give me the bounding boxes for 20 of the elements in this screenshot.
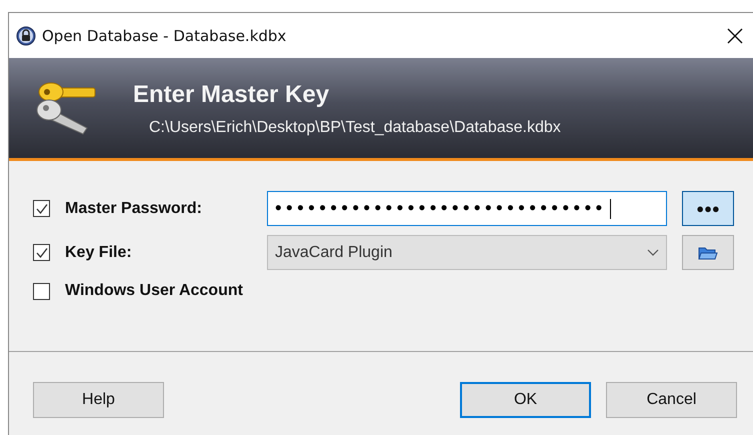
database-path: C:\Users\Erich\Desktop\BP\Test_database\Database.kdbx [149,119,561,137]
banner-title: Enter Master Key [133,81,330,109]
dialog-button[interactable]: Cancel [606,382,737,418]
chevron-down-icon [647,248,659,256]
lock-icon [16,26,36,46]
option-label: Key File: [65,244,133,262]
folder-icon [698,244,718,260]
window-title: Open Database - Database.kdbx [42,26,288,44]
key-file-dropdown[interactable]: JavaCard Plugin [267,235,667,270]
option-label: Windows User Account [65,282,244,300]
browse-button[interactable] [682,235,734,270]
close-icon[interactable] [727,28,743,44]
password-field[interactable]: •••••••••••••••••••••••••••••• [267,191,667,226]
checkbox[interactable] [33,282,50,300]
show-password-button[interactable]: ●●● [682,191,734,226]
dialog-button[interactable]: OK [460,382,591,418]
checkbox[interactable] [33,244,50,261]
option-label: Master Password: [65,200,203,218]
dialog-button[interactable]: Help [33,382,164,418]
checkbox[interactable] [33,200,50,217]
